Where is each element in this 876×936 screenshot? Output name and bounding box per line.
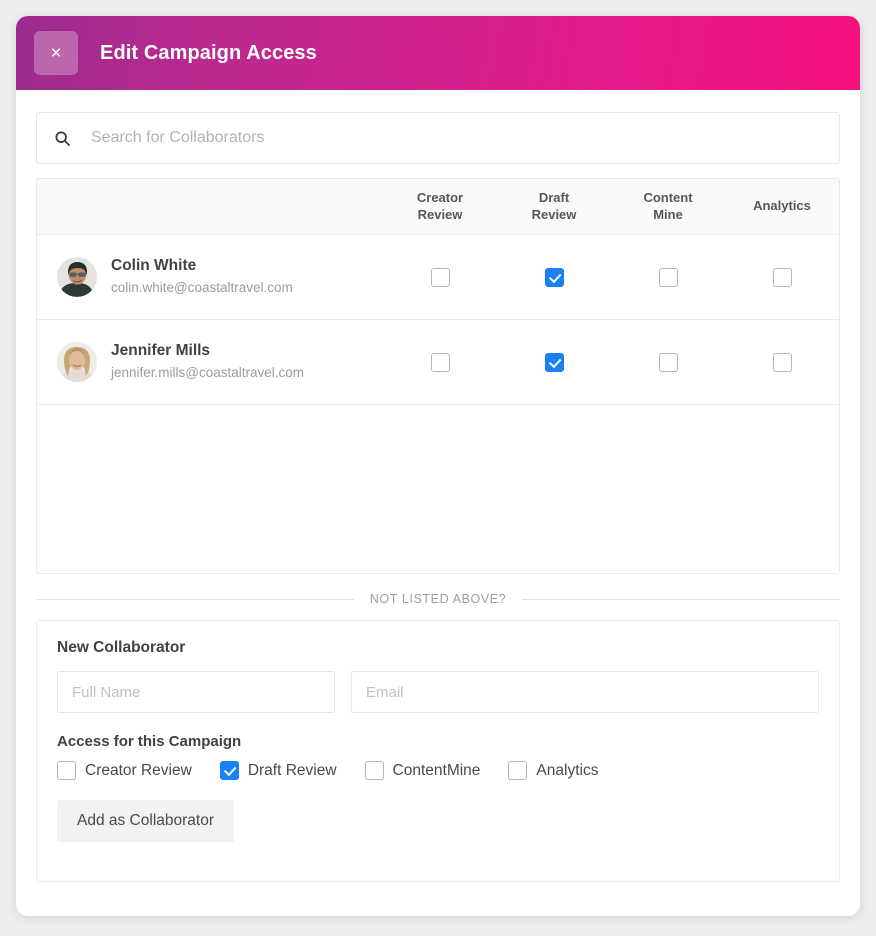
divider-line-right [522, 599, 840, 600]
collaborator-identity: Jennifer Mills jennifer.mills@coastaltra… [57, 341, 383, 382]
checkbox-content-mine[interactable] [659, 353, 678, 372]
modal-title: Edit Campaign Access [100, 42, 317, 65]
column-header-line1: Content [611, 190, 725, 206]
permission-cell-analytics [725, 353, 839, 372]
close-icon: × [50, 44, 61, 63]
full-name-input[interactable] [57, 671, 335, 713]
column-header-content-mine: Content Mine [611, 190, 725, 223]
access-option-label: Analytics [536, 762, 598, 780]
access-option-label: Creator Review [85, 762, 192, 780]
add-as-collaborator-button[interactable]: Add as Collaborator [57, 800, 234, 842]
checkbox-analytics[interactable] [773, 353, 792, 372]
permission-cell-draft-review [497, 268, 611, 287]
modal-body: Creator Review Draft Review Content Mine… [16, 90, 860, 882]
column-header-line1: Draft [497, 190, 611, 206]
page-background: × Edit Campaign Access Creator [0, 0, 876, 936]
permission-cell-content-mine [611, 268, 725, 287]
column-header-analytics: Analytics [725, 198, 839, 214]
collaborator-email: jennifer.mills@coastaltravel.com [111, 363, 304, 383]
collaborator-text: Colin White colin.white@coastaltravel.co… [111, 256, 293, 297]
collaborator-email: colin.white@coastaltravel.com [111, 278, 293, 298]
collaborator-identity: Colin White colin.white@coastaltravel.co… [57, 256, 383, 297]
access-option-label: ContentMine [393, 762, 481, 780]
woman-wavy-hair-avatar [57, 342, 97, 382]
search-bar[interactable] [36, 112, 840, 164]
column-header-line2: Review [383, 207, 497, 223]
checkbox-draft-review[interactable] [545, 268, 564, 287]
checkbox-draft-review[interactable] [545, 353, 564, 372]
collaborator-text: Jennifer Mills jennifer.mills@coastaltra… [111, 341, 304, 382]
column-header-line2: Review [497, 207, 611, 223]
column-header-draft-review: Draft Review [497, 190, 611, 223]
close-button[interactable]: × [34, 31, 78, 75]
access-option-analytics[interactable]: Analytics [508, 761, 598, 780]
checkbox-creator-review[interactable] [57, 761, 76, 780]
divider-line-left [36, 599, 354, 600]
permission-cell-content-mine [611, 353, 725, 372]
permission-cell-creator-review [383, 353, 497, 372]
man-with-glasses-avatar [57, 257, 97, 297]
column-header-line1: Creator [383, 190, 497, 206]
table-header-row: Creator Review Draft Review Content Mine… [37, 179, 839, 235]
access-option-label: Draft Review [248, 762, 337, 780]
checkbox-content-mine[interactable] [659, 268, 678, 287]
modal-header: × Edit Campaign Access [16, 16, 860, 90]
collaborator-name: Jennifer Mills [111, 341, 304, 362]
access-option-creator-review[interactable]: Creator Review [57, 761, 192, 780]
checkbox-contentmine[interactable] [365, 761, 384, 780]
column-header-creator-review: Creator Review [383, 190, 497, 223]
checkbox-creator-review[interactable] [431, 353, 450, 372]
table-row: Jennifer Mills jennifer.mills@coastaltra… [37, 320, 839, 405]
column-header-line1: Analytics [725, 198, 839, 214]
edit-campaign-access-modal: × Edit Campaign Access Creator [16, 16, 860, 916]
search-icon [53, 129, 71, 147]
checkbox-draft-review[interactable] [220, 761, 239, 780]
avatar [57, 257, 97, 297]
permission-cell-creator-review [383, 268, 497, 287]
avatar [57, 342, 97, 382]
column-header-line2: Mine [611, 207, 725, 223]
permission-cell-draft-review [497, 353, 611, 372]
permission-cell-analytics [725, 268, 839, 287]
access-options: Creator Review Draft Review ContentMine … [57, 761, 819, 780]
checkbox-creator-review[interactable] [431, 268, 450, 287]
email-input[interactable] [351, 671, 819, 713]
access-option-draft-review[interactable]: Draft Review [220, 761, 337, 780]
collaborator-name: Colin White [111, 256, 293, 277]
new-collaborator-panel: New Collaborator Access for this Campaig… [36, 620, 840, 882]
collaborators-table: Creator Review Draft Review Content Mine… [36, 178, 840, 574]
new-collaborator-fields [57, 671, 819, 713]
not-listed-divider: NOT LISTED ABOVE? [36, 592, 840, 606]
access-section-label: Access for this Campaign [57, 733, 819, 750]
search-input[interactable] [89, 128, 823, 148]
divider-label: NOT LISTED ABOVE? [354, 592, 522, 606]
access-option-contentmine[interactable]: ContentMine [365, 761, 481, 780]
table-row: Colin White colin.white@coastaltravel.co… [37, 235, 839, 320]
new-collaborator-title: New Collaborator [57, 639, 819, 657]
checkbox-analytics[interactable] [508, 761, 527, 780]
checkbox-analytics[interactable] [773, 268, 792, 287]
